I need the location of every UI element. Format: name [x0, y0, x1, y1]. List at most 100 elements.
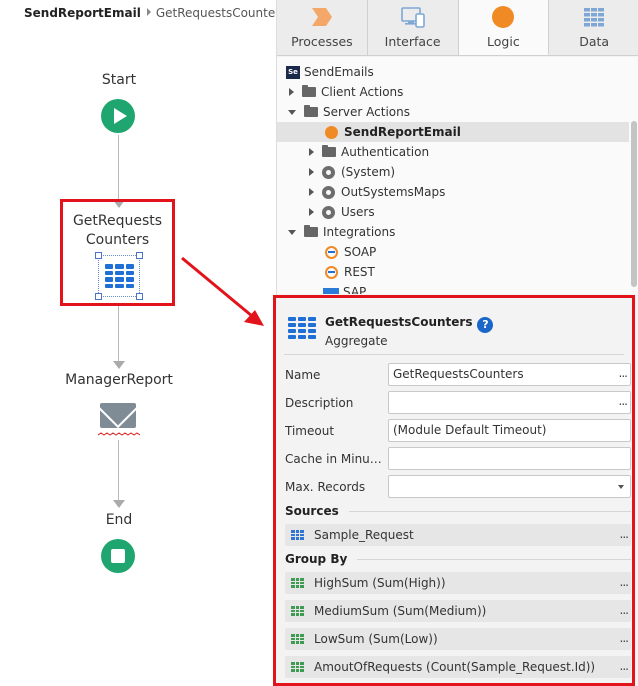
email-icon[interactable]: [100, 403, 136, 428]
chevron-down-icon: [618, 485, 624, 489]
tree-item-outsystems-maps[interactable]: OutSystemsMaps: [277, 182, 629, 202]
connector-arrow-icon: [113, 500, 125, 508]
aggregate-column-icon: [291, 634, 304, 644]
aggregate-node[interactable]: GetRequests Counters: [60, 199, 175, 306]
group-by-item[interactable]: HighSum (Sum(High)) ...: [285, 572, 631, 594]
logic-icon: [492, 5, 515, 29]
reference-icon: [322, 165, 335, 179]
tree-item-system[interactable]: (System): [277, 162, 629, 182]
cache-field[interactable]: [388, 447, 631, 470]
group-by-item-label: MediumSum (Sum(Medium)): [314, 604, 487, 618]
tree-item-users[interactable]: Users: [277, 202, 629, 222]
soap-icon: [325, 245, 338, 259]
resize-handle[interactable]: [95, 252, 102, 259]
breadcrumb-current[interactable]: SendReportEmail: [24, 6, 141, 20]
aggregate-icon: [288, 317, 316, 339]
collapse-caret-icon[interactable]: [288, 229, 296, 235]
tree-item-integrations[interactable]: Integrations: [277, 222, 629, 242]
prop-description-label: Description: [285, 395, 354, 410]
folder-icon: [302, 85, 316, 97]
prop-description-row: Description ...: [285, 391, 631, 414]
name-field[interactable]: GetRequestsCounters...: [388, 363, 631, 386]
folder-icon: [304, 225, 318, 237]
description-field[interactable]: ...: [388, 391, 631, 414]
connector-email-end: [118, 440, 119, 501]
timeout-field-value: (Module Default Timeout): [393, 423, 547, 437]
prop-max-records-row: Max. Records: [285, 475, 631, 498]
divider: [348, 510, 631, 512]
properties-header: GetRequestsCounters? Aggregate: [288, 314, 494, 349]
group-by-item[interactable]: LowSum (Sum(Low)) ...: [285, 628, 631, 650]
name-more-button[interactable]: ...: [619, 366, 629, 380]
email-label: ManagerReport: [65, 372, 173, 388]
expand-caret-icon[interactable]: [309, 188, 314, 196]
tree-item-module[interactable]: Se SendEmails: [277, 62, 629, 82]
expand-caret-icon[interactable]: [289, 88, 294, 96]
group-by-more-button[interactable]: ...: [620, 603, 630, 617]
breadcrumb-child[interactable]: GetRequestsCounters: [156, 6, 287, 20]
divider: [284, 354, 624, 355]
interface-icon: [400, 5, 425, 29]
group-by-more-button[interactable]: ...: [620, 575, 630, 589]
divider: [357, 558, 631, 560]
tab-logic[interactable]: Logic: [458, 0, 550, 55]
connector-start-aggregate: [118, 135, 119, 200]
tree-item-authentication[interactable]: Authentication: [277, 142, 629, 162]
prop-timeout-label: Timeout: [285, 423, 335, 438]
tree-item-server-actions[interactable]: Server Actions: [277, 102, 629, 122]
tab-processes[interactable]: Processes: [277, 0, 368, 55]
group-by-item-label: LowSum (Sum(Low)): [314, 632, 438, 646]
description-more-button[interactable]: ...: [619, 394, 629, 408]
tab-interface[interactable]: Interface: [368, 0, 459, 55]
tree-item-soap[interactable]: SOAP: [277, 242, 629, 262]
expand-caret-icon[interactable]: [309, 148, 314, 156]
aggregate-column-icon: [291, 662, 304, 672]
prop-max-records-label: Max. Records: [285, 479, 366, 494]
resize-handle[interactable]: [136, 252, 143, 259]
max-records-dropdown[interactable]: [388, 475, 631, 498]
entity-icon: [291, 530, 304, 540]
group-by-more-button[interactable]: ...: [620, 659, 630, 673]
expand-caret-icon[interactable]: [309, 208, 314, 216]
end-label: End: [105, 512, 133, 528]
group-by-item-label: AmoutOfRequests (Count(Sample_Request.Id…: [314, 660, 596, 674]
resize-handle[interactable]: [136, 293, 143, 300]
tree-item-label: SendEmails: [304, 65, 374, 79]
sap-icon: [323, 287, 339, 294]
rest-icon: [325, 265, 338, 279]
connector-aggregate-email: [118, 306, 119, 362]
timeout-field[interactable]: (Module Default Timeout): [388, 419, 631, 442]
server-action-icon: [325, 125, 338, 139]
start-node[interactable]: [101, 99, 135, 133]
help-icon[interactable]: ?: [477, 317, 494, 333]
tree-item-sap[interactable]: SAP: [277, 282, 629, 294]
source-item-label: Sample_Request: [314, 528, 414, 542]
expand-caret-icon[interactable]: [309, 168, 314, 176]
tree-item-rest[interactable]: REST: [277, 262, 629, 282]
group-by-item[interactable]: AmoutOfRequests (Count(Sample_Request.Id…: [285, 656, 631, 678]
group-by-more-button[interactable]: ...: [620, 631, 630, 645]
logic-tree: Se SendEmails Client Actions Server Acti…: [277, 57, 638, 294]
collapse-caret-icon[interactable]: [288, 109, 296, 115]
flow-canvas[interactable]: SendReportEmail GetRequestsCounters Start…: [0, 0, 286, 686]
sources-header-text: Sources: [285, 504, 339, 518]
tree-item-label: SAP: [343, 285, 367, 294]
tab-logic-label: Logic: [487, 34, 520, 49]
source-more-button[interactable]: ...: [620, 527, 630, 541]
breadcrumb: SendReportEmail GetRequestsCounters: [24, 6, 286, 20]
end-node[interactable]: [101, 539, 135, 573]
group-by-item[interactable]: MediumSum (Sum(Medium)) ...: [285, 600, 631, 622]
tree-scrollbar-thumb[interactable]: [631, 121, 637, 287]
tree-item-client-actions[interactable]: Client Actions: [277, 82, 629, 102]
tab-interface-label: Interface: [384, 34, 441, 49]
tree-scrollbar[interactable]: [631, 117, 637, 294]
tree-item-label: REST: [344, 265, 375, 279]
resize-handle[interactable]: [95, 293, 102, 300]
group-by-item-label: HighSum (Sum(High)): [314, 576, 446, 590]
tree-item-send-report-email[interactable]: SendReportEmail: [277, 122, 629, 142]
tree-item-label: Integrations: [323, 225, 396, 239]
source-item[interactable]: Sample_Request ...: [285, 524, 631, 546]
tab-data[interactable]: Data: [549, 0, 638, 55]
module-icon: Se: [286, 65, 300, 79]
start-label: Start: [101, 72, 137, 88]
